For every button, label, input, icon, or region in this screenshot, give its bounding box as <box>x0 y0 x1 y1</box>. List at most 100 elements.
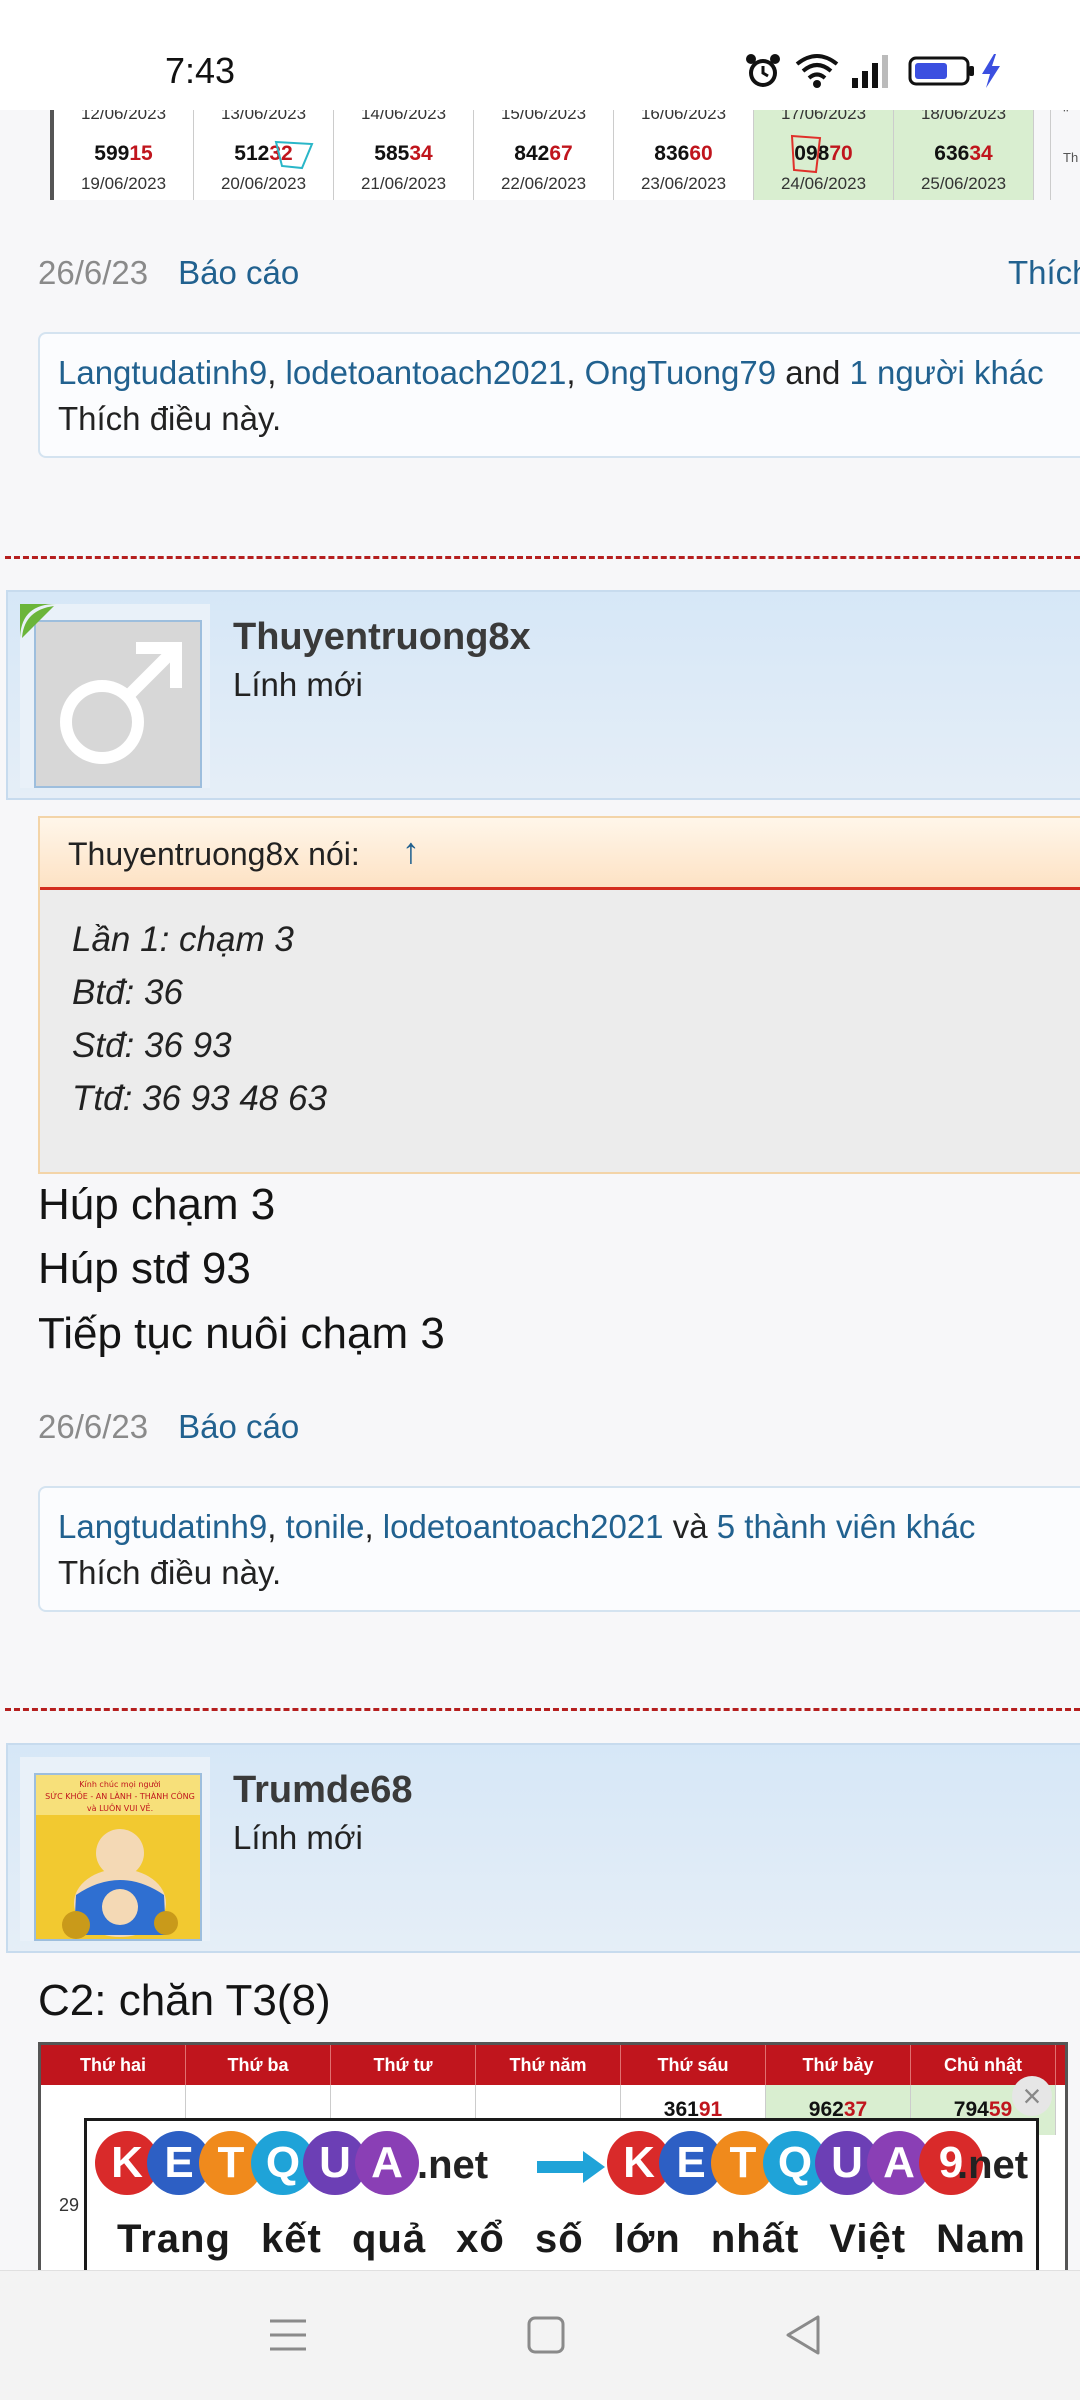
quote-line: Stđ: 36 93 <box>72 1026 232 1065</box>
menu-icon[interactable] <box>258 2305 318 2365</box>
ad-domain: .net <box>957 2143 1029 2187</box>
navigation-bar <box>0 2270 1080 2400</box>
post-meta: 26/6/23 Báo cáo <box>38 254 299 292</box>
post-body-line: C2: chăn T3(8) <box>38 1976 331 2025</box>
separator: , <box>267 1508 286 1545</box>
ad-tagline: Trang kết quả xổ số lớn nhất Việt Nam <box>117 2217 1026 2261</box>
cell-number: 83660 <box>654 142 713 165</box>
avatar-frame <box>20 604 210 788</box>
column-header: Thứ tư <box>331 2045 476 2085</box>
likes-summary: Langtudatinh9, lodetoantoach2021, OngTuo… <box>38 332 1080 458</box>
jump-to-quote-icon[interactable]: ↑ <box>402 830 420 872</box>
username[interactable]: Thuyentruong8x <box>233 616 531 659</box>
user-info-bar: Thuyentruong8x Lính mới <box>6 590 1080 800</box>
male-symbol-icon <box>60 642 182 764</box>
buddha-image-icon: Kính chúc mọi người SỨC KHỎE - AN LÀNH -… <box>36 1775 200 1939</box>
status-time: 7:43 <box>165 50 236 91</box>
online-indicator-icon <box>20 604 56 640</box>
cell-date-bottom: 23/06/2023 <box>640 174 727 193</box>
user-info-bar: Kính chúc mọi người SỨC KHỎE - AN LÀNH -… <box>6 1743 1080 1953</box>
status-bar: 7:43 <box>0 0 1080 110</box>
svg-text:và LUÔN VUI VẺ.: và LUÔN VUI VẺ. <box>87 1802 153 1813</box>
overflow-bottom-text: Th <box>1063 150 1079 165</box>
report-link[interactable]: Báo cáo <box>178 254 299 291</box>
ad-letter: A <box>355 2131 419 2195</box>
back-triangle-icon[interactable] <box>774 2305 834 2365</box>
cell-date-bottom: 20/06/2023 <box>220 174 307 193</box>
post-divider <box>5 1708 1080 1711</box>
liker-link[interactable]: OngTuong79 <box>585 354 776 391</box>
avatar[interactable]: Kính chúc mọi người SỨC KHỎE - AN LÀNH -… <box>34 1773 202 1941</box>
post-body-line: Húp chạm 3 <box>38 1180 276 1229</box>
others-link[interactable]: 5 thành viên khác <box>717 1508 976 1545</box>
column-header: Thứ ba <box>186 2045 331 2085</box>
cell-number: 84267 <box>514 142 573 165</box>
quote-line: Btđ: 36 <box>72 973 183 1012</box>
charging-icon <box>982 54 1000 88</box>
svg-text:Kính chúc mọi người: Kính chúc mọi người <box>79 1779 160 1789</box>
report-link[interactable]: Báo cáo <box>178 1408 299 1445</box>
results-table-top: 12/06/2023 59915 19/06/2023 13/06/2023 5… <box>50 100 1034 200</box>
result-cell: 12/06/2023 59915 19/06/2023 <box>54 100 194 200</box>
liker-link[interactable]: Langtudatinh9 <box>58 1508 267 1545</box>
cell-number: 63634 <box>934 142 993 165</box>
and-text: and <box>776 354 850 391</box>
home-square-icon[interactable] <box>516 2305 576 2365</box>
quote-author: Thuyentruong8x nói: <box>68 836 360 872</box>
close-ad-icon[interactable]: × <box>1012 2076 1052 2116</box>
arrow-right-icon <box>537 2151 605 2183</box>
result-cell-highlighted: 18/06/2023 63634 25/06/2023 <box>894 100 1034 200</box>
user-title: Lính mới <box>233 1819 363 1856</box>
post-date[interactable]: 26/6/23 <box>38 1408 148 1445</box>
likes-summary: Langtudatinh9, tonile, lodetoantoach2021… <box>38 1486 1080 1612</box>
quote-line: Ttđ: 36 93 48 63 <box>72 1079 327 1118</box>
results-table-overflow: " Th <box>1050 100 1080 200</box>
result-cell: 15/06/2023 84267 22/06/2023 <box>474 100 614 200</box>
result-cell: 14/06/2023 58534 21/06/2023 <box>334 100 474 200</box>
separator: , <box>364 1508 383 1545</box>
liker-link[interactable]: lodetoantoach2021 <box>286 354 567 391</box>
ad-banner[interactable]: K E T Q U A .net K E T Q U A 9 .net Tran… <box>84 2118 1039 2270</box>
svg-text:SỨC KHỎE - AN LÀNH - THÀNH CÔN: SỨC KHỎE - AN LÀNH - THÀNH CÔNG <box>45 1790 195 1801</box>
alarm-icon <box>746 54 780 87</box>
cell-date-bottom: 25/06/2023 <box>920 174 1007 193</box>
post-date[interactable]: 26/6/23 <box>38 254 148 291</box>
cell-number: 59915 <box>94 142 153 165</box>
liker-link[interactable]: lodetoantoach2021 <box>383 1508 664 1545</box>
post-body-line: Tiếp tục nuôi chạm 3 <box>38 1309 445 1358</box>
wifi-icon <box>795 54 839 88</box>
column-header: Thứ sáu <box>621 2045 766 2085</box>
result-cell-highlighted: 17/06/2023 09870 24/06/2023 <box>754 100 894 200</box>
cell-date-bottom: 22/06/2023 <box>500 174 587 193</box>
table-header-row: Thứ hai Thứ ba Thứ tư Thứ năm Thứ sáu Th… <box>41 2045 1065 2085</box>
post-meta: 26/6/23 Báo cáo <box>38 1408 299 1446</box>
column-header: Thứ hai <box>41 2045 186 2085</box>
ad-domain: .net <box>417 2143 489 2187</box>
quote-header: Thuyentruong8x nói: ↑ <box>40 818 1080 890</box>
quote-line: Lần 1: chạm 3 <box>72 920 294 959</box>
cell-date-bottom: 21/06/2023 <box>360 174 447 193</box>
post-body-line: Húp stđ 93 <box>38 1244 251 1293</box>
and-text: và <box>663 1508 717 1545</box>
separator: , <box>267 354 286 391</box>
others-link[interactable]: 1 người khác <box>850 354 1044 391</box>
liker-link[interactable]: Langtudatinh9 <box>58 354 267 391</box>
user-title: Lính mới <box>233 666 363 703</box>
result-cell: 13/06/2023 51232 20/06/2023 <box>194 100 334 200</box>
avatar[interactable] <box>34 620 202 788</box>
avatar-frame: Kính chúc mọi người SỨC KHỎE - AN LÀNH -… <box>20 1757 210 1941</box>
liker-link[interactable]: tonile <box>286 1508 365 1545</box>
separator: , <box>566 354 585 391</box>
like-link[interactable]: Thích <box>1008 254 1080 292</box>
red-mark-icon <box>790 134 822 174</box>
row-label: 29 <box>59 2195 80 2215</box>
username[interactable]: Trumde68 <box>233 1769 413 1812</box>
cell-date-bottom: 19/06/2023 <box>80 174 167 193</box>
cyan-mark-icon <box>274 140 314 170</box>
quote-block: Thuyentruong8x nói: ↑ Lần 1: chạm 3 Btđ:… <box>38 816 1080 1174</box>
battery-icon <box>908 56 974 86</box>
result-cell: 16/06/2023 83660 23/06/2023 <box>614 100 754 200</box>
likes-suffix: Thích điều này. <box>58 1554 282 1591</box>
column-header: Thứ bảy <box>766 2045 911 2085</box>
cell-number: 58534 <box>374 142 433 165</box>
